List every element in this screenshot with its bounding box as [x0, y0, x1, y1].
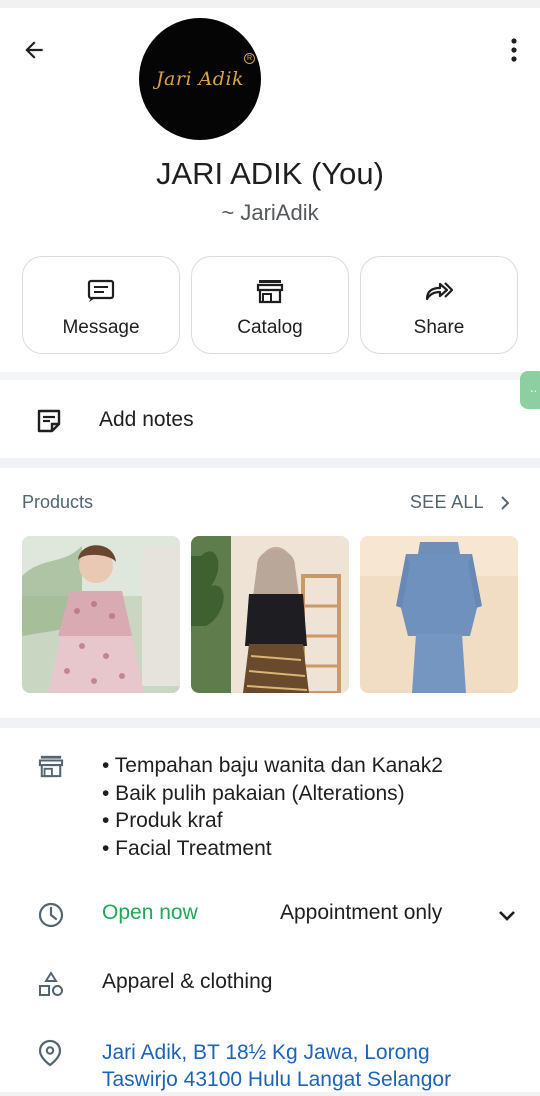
section-divider: [0, 372, 540, 380]
business-category: Apparel & clothing: [102, 970, 273, 993]
service-item: • Produk kraf: [102, 809, 223, 832]
hours-expand-button[interactable]: [496, 904, 520, 928]
more-vertical-icon: [511, 38, 517, 62]
section-divider: [0, 458, 540, 468]
avatar-logo: Jari Adik: [155, 68, 245, 90]
product-thumbnail-blue-kurung: [360, 536, 518, 693]
add-notes-row[interactable]: Add notes: [0, 382, 540, 458]
products-heading: Products: [22, 492, 94, 512]
share-arrow-icon: [424, 277, 454, 305]
share-button[interactable]: Share: [360, 256, 518, 354]
profile-name: JARI ADIK (You): [155, 156, 384, 191]
notes-icon: [36, 408, 62, 439]
add-notes-label: Add notes: [99, 408, 194, 431]
share-button-label: Share: [413, 317, 465, 338]
more-options-button[interactable]: [502, 32, 526, 68]
hours-note: Appointment only: [280, 901, 443, 924]
section-divider: [0, 718, 540, 728]
product-thumbnail[interactable]: [360, 536, 518, 693]
business-description: • Tempahan baju wanita dan Kanak2 • Baik…: [102, 752, 443, 862]
avatar[interactable]: Jari Adik R: [139, 18, 261, 140]
location-pin-icon: [38, 1039, 62, 1072]
service-item: • Facial Treatment: [102, 836, 272, 860]
service-item: • Baik pulih pakaian (Alterations): [102, 781, 405, 805]
product-thumbnail[interactable]: [22, 536, 180, 693]
catalog-button[interactable]: Catalog: [191, 256, 349, 354]
storefront-icon: [255, 277, 285, 305]
service-item: • Tempahan baju wanita dan Kanak2: [102, 754, 443, 777]
storefront-icon: [38, 754, 64, 783]
product-thumbnail[interactable]: [191, 536, 349, 693]
product-thumbnail-black-top-batik-skirt: [191, 536, 349, 693]
back-button[interactable]: [18, 34, 50, 66]
chevron-down-icon: [499, 911, 515, 921]
business-profile-page: Jari Adik R JARI ADIK (You) ~ JariAdik M…: [0, 8, 540, 1092]
see-all-link[interactable]: SEE ALL: [410, 492, 510, 513]
product-thumbnail-floral-girl-dress: [22, 536, 180, 693]
chevron-right-icon: [501, 495, 510, 510]
business-address-link[interactable]: Jari Adik, BT 18½ Kg Jawa, Lorong Taswir…: [102, 1039, 522, 1092]
category-shapes-icon: [38, 971, 64, 1002]
message-button[interactable]: Message: [22, 256, 180, 354]
message-icon: [86, 277, 116, 305]
clock-icon: [38, 902, 64, 933]
arrow-left-icon: [25, 41, 43, 59]
message-button-label: Message: [62, 317, 140, 338]
catalog-button-label: Catalog: [237, 317, 303, 338]
see-all-label: SEE ALL: [409, 492, 484, 512]
registered-mark-icon: R: [244, 53, 255, 64]
profile-username: ~ JariAdik: [221, 200, 319, 225]
hours-status: Open now: [102, 901, 198, 924]
